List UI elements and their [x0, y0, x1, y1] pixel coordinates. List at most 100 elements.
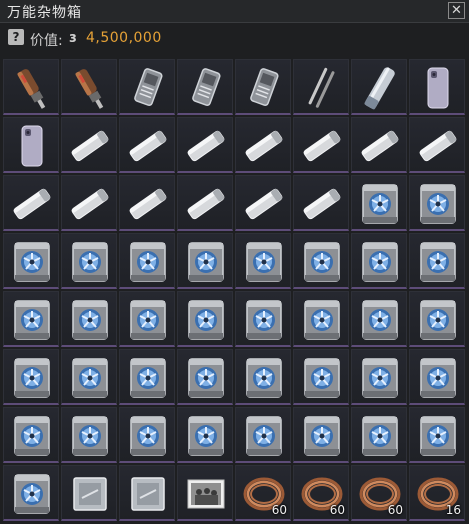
fan-cooler-icon — [188, 358, 224, 398]
inventory-slot[interactable] — [61, 59, 117, 115]
inventory-slot[interactable] — [177, 59, 233, 115]
cpu-cooler-icon — [134, 68, 163, 107]
inventory-slot[interactable] — [3, 233, 59, 289]
inventory-slot[interactable] — [177, 349, 233, 405]
photo-icon — [187, 479, 225, 509]
inventory-slot[interactable] — [351, 291, 407, 347]
fan-cooler-icon — [362, 300, 398, 340]
inventory-slot[interactable] — [177, 291, 233, 347]
blade-icon — [245, 130, 283, 162]
fan-cooler-icon — [14, 300, 50, 340]
close-icon[interactable]: ✕ — [448, 2, 465, 19]
inventory-slot[interactable] — [409, 233, 465, 289]
screwdriver-icon — [75, 69, 104, 109]
inventory-slot[interactable]: 60 — [293, 465, 349, 521]
inventory-slot[interactable] — [119, 233, 175, 289]
inventory-slot[interactable] — [3, 349, 59, 405]
inventory-slot[interactable]: 60 — [351, 465, 407, 521]
fan-cooler-icon — [188, 300, 224, 340]
inventory-slot[interactable] — [119, 465, 175, 521]
inventory-slot[interactable] — [3, 117, 59, 173]
fan-cooler-icon — [420, 358, 456, 398]
fan-cooler-icon — [130, 416, 166, 456]
inventory-slot[interactable] — [293, 233, 349, 289]
inventory-slot[interactable] — [235, 117, 291, 173]
inventory-slot[interactable] — [177, 233, 233, 289]
inventory-slot[interactable] — [351, 175, 407, 231]
blade-icon — [129, 130, 167, 162]
inventory-slot[interactable] — [177, 407, 233, 463]
inventory-slot[interactable] — [177, 117, 233, 173]
screwdriver-icon — [17, 69, 46, 109]
fan-cooler-icon — [72, 416, 108, 456]
inventory-slot[interactable] — [235, 233, 291, 289]
inventory-slot[interactable] — [409, 349, 465, 405]
inventory-slot[interactable] — [61, 117, 117, 173]
blade-icon — [303, 130, 341, 162]
inventory-slot[interactable] — [61, 465, 117, 521]
tube-icon — [364, 67, 395, 110]
inventory-slot[interactable] — [235, 175, 291, 231]
value-label: 价值: — [30, 33, 63, 49]
inventory-slot[interactable] — [119, 59, 175, 115]
inventory-slot[interactable] — [293, 291, 349, 347]
inventory-slot[interactable] — [293, 175, 349, 231]
inventory-slot[interactable] — [293, 117, 349, 173]
inventory-slot[interactable] — [351, 407, 407, 463]
inventory-slot[interactable] — [177, 465, 233, 521]
inventory-slot[interactable] — [61, 233, 117, 289]
fan-cooler-icon — [304, 358, 340, 398]
value-bar: ? 价值: ɜ 4,500,000 — [0, 22, 469, 54]
inventory-slot[interactable] — [61, 349, 117, 405]
fan-cooler-icon — [304, 300, 340, 340]
fan-cooler-icon — [14, 474, 50, 514]
inventory-slot[interactable] — [293, 349, 349, 405]
fan-cooler-icon — [188, 416, 224, 456]
inventory-slot[interactable] — [119, 175, 175, 231]
inventory-slot[interactable] — [235, 59, 291, 115]
inventory-slot[interactable] — [409, 59, 465, 115]
inventory-slot[interactable] — [351, 349, 407, 405]
fan-cooler-icon — [362, 184, 398, 224]
inventory-slot[interactable] — [61, 291, 117, 347]
inventory-slot[interactable] — [61, 407, 117, 463]
total-value: 4,500,000 — [86, 30, 162, 46]
fan-cooler-icon — [72, 358, 108, 398]
inventory-slot[interactable] — [61, 175, 117, 231]
inventory-slot[interactable] — [293, 407, 349, 463]
inventory-slot[interactable] — [235, 291, 291, 347]
inventory-slot[interactable] — [293, 59, 349, 115]
blade-icon — [361, 130, 399, 162]
inventory-slot[interactable] — [3, 291, 59, 347]
inventory-slot[interactable] — [351, 233, 407, 289]
phone-icon — [21, 125, 43, 167]
inventory-slot[interactable] — [3, 175, 59, 231]
inventory-slot[interactable] — [235, 407, 291, 463]
inventory-slot[interactable] — [409, 117, 465, 173]
inventory-slot[interactable]: 60 — [235, 465, 291, 521]
fan-cooler-icon — [304, 242, 340, 282]
fan-cooler-icon — [420, 184, 456, 224]
inventory-slot[interactable] — [3, 59, 59, 115]
fan-cooler-icon — [420, 300, 456, 340]
blade-icon — [187, 130, 225, 162]
inventory-slot[interactable] — [119, 117, 175, 173]
inventory-slot[interactable] — [3, 407, 59, 463]
inventory-slot[interactable] — [3, 465, 59, 521]
blade-icon — [13, 188, 51, 220]
inventory-slot[interactable] — [119, 291, 175, 347]
inventory-slot[interactable] — [351, 117, 407, 173]
inventory-slot[interactable] — [409, 291, 465, 347]
inventory-slot[interactable] — [409, 175, 465, 231]
help-icon[interactable]: ? — [8, 29, 24, 45]
inventory-slot[interactable]: 16 — [409, 465, 465, 521]
inventory-slot[interactable] — [409, 407, 465, 463]
stylus-icon — [308, 67, 335, 108]
blade-icon — [71, 130, 109, 162]
inventory-slot[interactable] — [351, 59, 407, 115]
inventory-slot[interactable] — [119, 407, 175, 463]
inventory-slot[interactable] — [119, 349, 175, 405]
inventory-panel: 万能杂物箱 ✕ ? 价值: ɜ 4,500,000 60 60 60 16 — [0, 0, 469, 524]
inventory-slot[interactable] — [177, 175, 233, 231]
inventory-slot[interactable] — [235, 349, 291, 405]
